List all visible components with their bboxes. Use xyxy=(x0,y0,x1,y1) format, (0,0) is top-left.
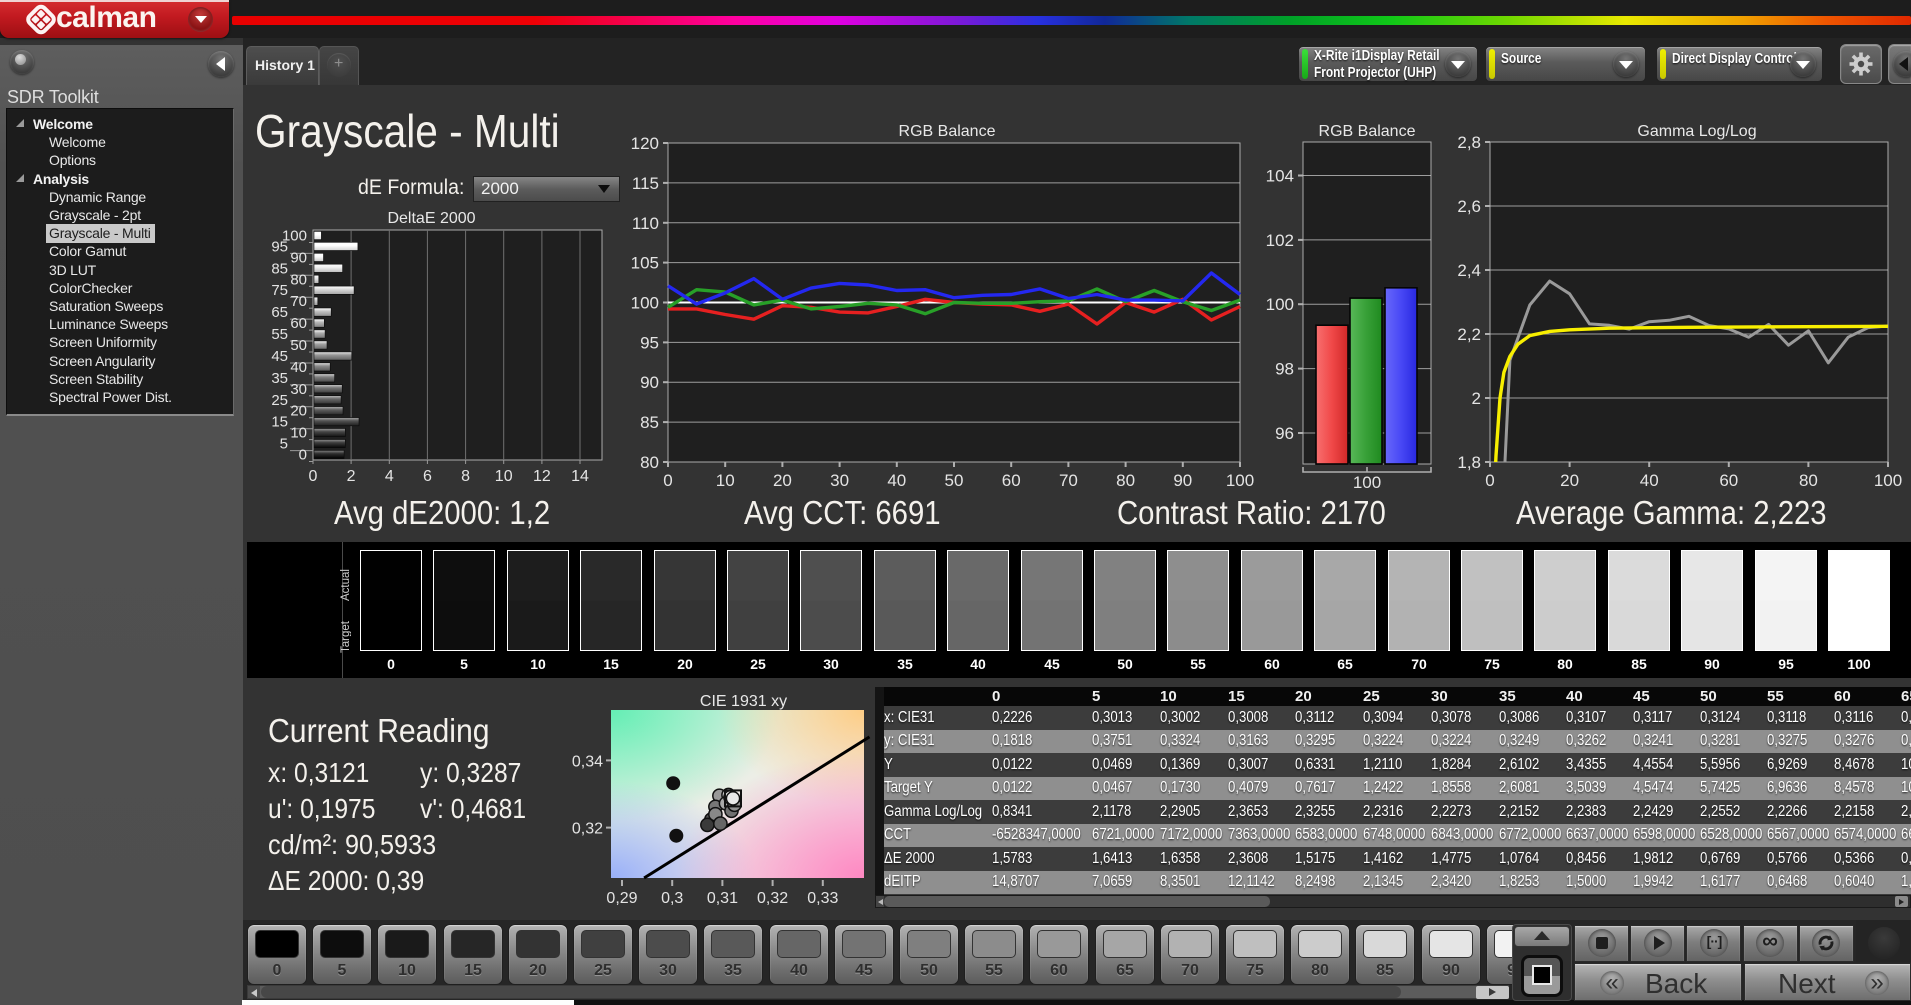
svg-text:35: 35 xyxy=(271,370,288,387)
svg-text:2,4: 2,4 xyxy=(1457,261,1481,280)
svg-text:Gamma Log/Log: Gamma Log/Log xyxy=(1637,123,1756,140)
svg-text:100: 100 xyxy=(1226,471,1254,490)
svg-text:80: 80 xyxy=(1116,471,1135,490)
svg-text:70: 70 xyxy=(290,293,307,310)
svg-text:80: 80 xyxy=(1799,471,1818,490)
svg-text:2,6: 2,6 xyxy=(1457,197,1481,216)
svg-text:40: 40 xyxy=(1640,471,1659,490)
svg-text:40: 40 xyxy=(887,471,906,490)
svg-text:0: 0 xyxy=(663,471,672,490)
svg-text:80: 80 xyxy=(290,271,307,288)
svg-text:14: 14 xyxy=(571,468,589,485)
svg-text:30: 30 xyxy=(830,471,849,490)
svg-text:100: 100 xyxy=(1353,473,1381,490)
svg-text:40: 40 xyxy=(290,359,307,376)
svg-text:CIE 1931 xy: CIE 1931 xy xyxy=(700,693,787,710)
svg-text:12: 12 xyxy=(533,468,551,485)
svg-text:15: 15 xyxy=(271,414,288,431)
svg-text:96: 96 xyxy=(1275,424,1294,443)
svg-text:2,2: 2,2 xyxy=(1457,325,1481,344)
svg-text:60: 60 xyxy=(1002,471,1021,490)
svg-text:98: 98 xyxy=(1275,360,1294,379)
svg-text:0,34: 0,34 xyxy=(572,753,603,770)
svg-text:10: 10 xyxy=(290,425,307,442)
svg-text:2: 2 xyxy=(347,468,356,485)
svg-text:95: 95 xyxy=(271,238,288,255)
svg-text:120: 120 xyxy=(631,134,659,153)
svg-text:90: 90 xyxy=(290,249,307,266)
svg-text:60: 60 xyxy=(1719,471,1738,490)
svg-text:105: 105 xyxy=(631,254,659,273)
svg-text:0,3: 0,3 xyxy=(661,890,683,907)
svg-text:4: 4 xyxy=(385,468,394,485)
svg-text:45: 45 xyxy=(271,348,288,365)
svg-text:100: 100 xyxy=(631,294,659,313)
svg-text:50: 50 xyxy=(290,337,307,354)
svg-text:75: 75 xyxy=(271,282,288,299)
svg-text:20: 20 xyxy=(773,471,792,490)
svg-text:Actual: Actual xyxy=(340,569,351,601)
svg-text:Target: Target xyxy=(340,620,351,653)
svg-text:104: 104 xyxy=(1266,167,1294,186)
svg-text:110: 110 xyxy=(632,214,659,233)
svg-text:0,33: 0,33 xyxy=(807,890,838,907)
svg-text:90: 90 xyxy=(640,373,659,392)
svg-text:5: 5 xyxy=(280,436,288,453)
svg-text:2: 2 xyxy=(1472,389,1481,408)
svg-text:RGB Balance: RGB Balance xyxy=(899,123,996,140)
svg-text:2,8: 2,8 xyxy=(1457,133,1481,152)
svg-text:50: 50 xyxy=(945,471,964,490)
svg-text:100: 100 xyxy=(1874,471,1902,490)
svg-text:10: 10 xyxy=(495,468,513,485)
svg-text:20: 20 xyxy=(290,403,307,420)
svg-text:DeltaE 2000: DeltaE 2000 xyxy=(387,210,475,227)
svg-text:0: 0 xyxy=(1485,471,1494,490)
svg-text:85: 85 xyxy=(640,413,659,432)
svg-text:0,32: 0,32 xyxy=(757,890,788,907)
svg-text:60: 60 xyxy=(290,315,307,332)
svg-text:10: 10 xyxy=(716,471,735,490)
svg-text:25: 25 xyxy=(271,392,288,409)
svg-text:55: 55 xyxy=(271,326,288,343)
svg-text:0,32: 0,32 xyxy=(572,821,603,838)
svg-text:1,8: 1,8 xyxy=(1457,453,1481,472)
svg-text:65: 65 xyxy=(271,304,288,321)
svg-text:20: 20 xyxy=(1560,471,1579,490)
svg-text:90: 90 xyxy=(1173,471,1192,490)
svg-text:8: 8 xyxy=(461,468,470,485)
svg-text:RGB Balance: RGB Balance xyxy=(1319,123,1416,140)
svg-text:80: 80 xyxy=(640,453,659,472)
svg-text:0,31: 0,31 xyxy=(707,890,738,907)
svg-text:102: 102 xyxy=(1266,231,1294,250)
svg-text:70: 70 xyxy=(1059,471,1078,490)
svg-text:0: 0 xyxy=(299,447,307,464)
svg-text:85: 85 xyxy=(271,260,288,277)
svg-text:0,29: 0,29 xyxy=(606,890,637,907)
svg-text:95: 95 xyxy=(640,333,659,352)
svg-text:115: 115 xyxy=(632,174,659,193)
svg-text:6: 6 xyxy=(423,468,432,485)
svg-text:0: 0 xyxy=(309,468,318,485)
svg-text:30: 30 xyxy=(290,381,307,398)
svg-text:100: 100 xyxy=(1266,295,1294,314)
